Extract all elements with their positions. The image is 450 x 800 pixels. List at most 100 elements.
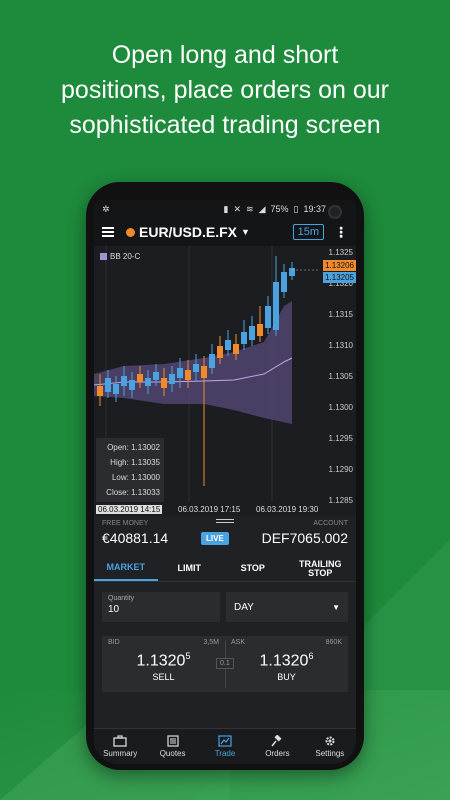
candle [217, 346, 223, 358]
settings-status-icon: ✲ [102, 203, 110, 214]
sell-button[interactable]: BID 3,5M 1.13205 SELL [102, 636, 225, 692]
chevron-down-icon[interactable]: ▼ [241, 227, 250, 237]
buy-label: BUY [277, 672, 296, 683]
nav-quotes[interactable]: Quotes [146, 729, 198, 764]
candle [265, 306, 271, 328]
candle [233, 344, 239, 354]
gavel-icon [271, 735, 282, 747]
candle [153, 372, 159, 380]
bottom-navigation: Summary Quotes Trade Orders Settings [94, 728, 356, 764]
nav-orders[interactable]: Orders [251, 729, 303, 764]
price-tick-label: 1.1310 [328, 341, 353, 350]
wifi-icon: ≋ [246, 203, 254, 214]
candle [289, 268, 295, 276]
account-info: FREE MONEY ACCOUNT €40881.14 LIVE DEF706… [94, 516, 356, 556]
candle [241, 332, 247, 344]
market-status-dot [126, 227, 135, 237]
candle [105, 378, 111, 392]
candle [97, 386, 103, 396]
candle [281, 272, 287, 292]
phone-screen: ✲ ▮ ✕ ≋ ◢ 75% ▯ 19:37 EUR/USD.E.FX ▼ 15m… [94, 200, 356, 764]
timeframe-button[interactable]: 15m [292, 224, 324, 240]
price-tick-label: 1.1325 [328, 248, 353, 257]
candle [113, 384, 119, 394]
tab-market[interactable]: MARKET [94, 556, 158, 581]
battery-shape-icon: ▯ [293, 203, 299, 214]
ask-label: ASK [231, 639, 246, 646]
candle [209, 354, 215, 368]
ask-price-tag: 1.13206 [323, 260, 356, 271]
free-money-label: FREE MONEY [102, 520, 149, 527]
time-label: 06.03.2019 17:15 [178, 505, 241, 514]
signal-icon: ◢ [258, 203, 266, 214]
candle [169, 374, 175, 384]
clock: 19:37 [303, 204, 326, 214]
price-tick-label: 1.1305 [328, 372, 353, 381]
account-label: ACCOUNT [313, 520, 348, 527]
bid-label: BID [108, 639, 120, 646]
buy-button[interactable]: ASK 860K 1.13206 BUY [225, 636, 348, 692]
candle [129, 380, 135, 390]
battery-level: 75% [270, 204, 289, 214]
price-tick-label: 1.1300 [328, 403, 353, 412]
nav-trade[interactable]: Trade [199, 729, 251, 764]
bid-volume: 3,5M [203, 639, 219, 646]
mute-icon: ✕ [233, 203, 242, 214]
live-badge: LIVE [201, 531, 229, 545]
free-money-value: €40881.14 [102, 530, 169, 546]
bid-price-tag: 1.13205 [323, 272, 356, 283]
candle [225, 340, 231, 350]
candle [145, 378, 151, 386]
candle [273, 282, 279, 330]
price-tick-label: 1.1285 [328, 496, 353, 505]
candle [249, 326, 255, 340]
quantity-label: Quantity [108, 595, 135, 602]
drag-handle[interactable] [216, 519, 234, 525]
menu-icon[interactable] [102, 227, 114, 237]
account-value[interactable]: DEF7065.002 [262, 530, 348, 546]
chevron-down-icon: ▼ [332, 602, 340, 612]
phone-frame: ✲ ▮ ✕ ≋ ◢ 75% ▯ 19:37 EUR/USD.E.FX ▼ 15m… [86, 182, 364, 770]
ask-volume: 860K [325, 639, 342, 646]
time-label: 06.03.2019 14:15 [96, 505, 163, 514]
candle [185, 370, 191, 380]
time-label: 06.03.2019 19:30 [256, 505, 319, 514]
order-type-tabs: MARKET LIMIT STOP TRAILING STOP [94, 556, 356, 582]
indicator-legend: BB 20-C [100, 252, 140, 261]
nav-settings[interactable]: Settings [304, 729, 356, 764]
time-axis: 06.03.2019 14:15 06.03.2019 17:15 06.03.… [94, 502, 320, 516]
promo-headline: Open long and short positions, place ord… [61, 41, 389, 139]
candle [201, 366, 207, 378]
list-icon [167, 735, 179, 747]
chart-icon [218, 735, 232, 747]
candle [137, 374, 143, 382]
bollinger-band [94, 301, 292, 424]
bid-price: 1.13205 [136, 651, 191, 670]
more-options-icon[interactable]: ⋮ [334, 224, 348, 241]
status-bar: ✲ ▮ ✕ ≋ ◢ 75% ▯ 19:37 [94, 200, 356, 219]
tab-limit[interactable]: LIMIT [158, 556, 222, 581]
gear-icon [325, 736, 335, 746]
duration-select[interactable]: DAY ▼ [226, 592, 348, 622]
price-axis: 1.1325 1.1320 1.1315 1.1310 1.1305 1.1300 1.12… [320, 246, 356, 505]
app-bar: EUR/USD.E.FX ▼ 15m ⋮ [94, 218, 356, 246]
briefcase-icon [113, 735, 127, 747]
price-tick-label: 1.1295 [328, 434, 353, 443]
ask-price: 1.13206 [259, 651, 314, 670]
camera-icon [328, 205, 342, 219]
battery-icon: ▮ [223, 203, 229, 214]
order-params: Quantity 10 DAY ▼ [94, 582, 356, 632]
candle [177, 368, 183, 378]
price-chart[interactable]: BB 20-C 1.1325 1.1320 1.1315 1.1310 1.1305 1.… [94, 246, 356, 516]
candle [161, 378, 167, 388]
quantity-field[interactable]: Quantity 10 [102, 592, 220, 622]
trade-buttons: BID 3,5M 1.13205 SELL 0.1 ASK 860K 1.132… [102, 636, 348, 692]
tab-stop[interactable]: STOP [221, 556, 285, 581]
nav-summary[interactable]: Summary [94, 729, 146, 764]
instrument-selector[interactable]: EUR/USD.E.FX [139, 224, 237, 240]
price-tick-label: 1.1290 [328, 465, 353, 474]
tab-trailing-stop[interactable]: TRAILING STOP [285, 556, 357, 581]
quantity-input[interactable]: 10 [108, 604, 214, 615]
ohlc-tooltip: Open: 1.13002 High: 1.13035 Low: 1.13000… [96, 438, 164, 502]
sell-label: SELL [152, 672, 175, 683]
